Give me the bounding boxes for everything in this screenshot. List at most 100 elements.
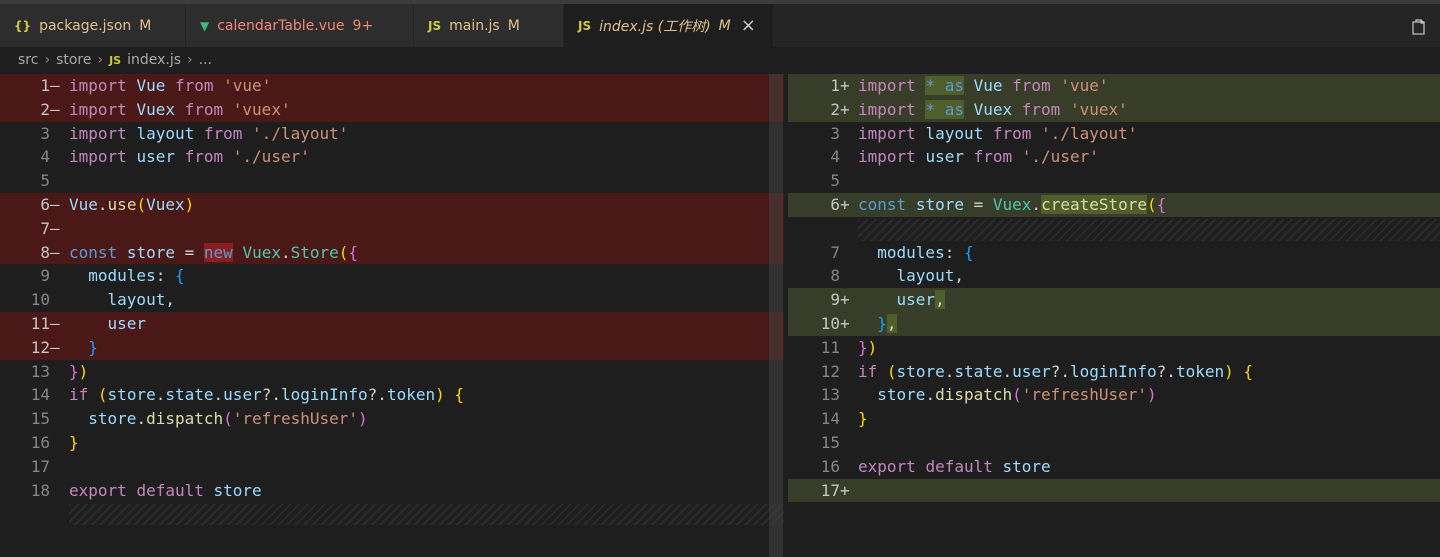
code-line[interactable]: 11}) [788, 336, 1440, 360]
code-line[interactable]: 1— import Vue from 'vue' [0, 74, 784, 98]
code-line[interactable]: 15 store.dispatch('refreshUser') [0, 407, 784, 431]
code-token: 'refreshUser' [232, 409, 359, 429]
code-token: store [877, 385, 926, 405]
code-line[interactable]: 18 export default store [0, 479, 784, 503]
code-line[interactable] [788, 217, 1440, 241]
original-editor-pane[interactable]: 1— import Vue from 'vue' 2— import Vuex fro… [0, 74, 784, 557]
code-text: import * as Vuex from 'vuex' [858, 98, 1128, 122]
code-token: Store [290, 242, 339, 262]
line-number: 16 [820, 456, 840, 476]
code-line[interactable]: 1 + import * as Vue from 'vue' [788, 74, 1440, 98]
code-line[interactable]: 6 + const store = Vuex.createStore({ [788, 193, 1440, 217]
code-token: = [174, 242, 204, 262]
code-token: user [136, 147, 175, 167]
code-token: : [155, 266, 175, 286]
tab-calendartable-vue[interactable]: ▼ calendarTable.vue 9+ [186, 4, 414, 47]
breadcrumb-item[interactable]: src [18, 52, 38, 68]
code-line[interactable]: 14 if (store.state.user?.loginInfo?.token… [0, 383, 784, 407]
line-number: 14 [820, 409, 840, 429]
code-token: Vuex [136, 99, 175, 119]
code-line[interactable]: 17 [0, 455, 784, 479]
code-line[interactable]: 16 export default store [788, 455, 1440, 479]
code-text: Vue.use(Vuex) [69, 193, 194, 217]
code-line[interactable]: 10 + }, [788, 312, 1440, 336]
line-number: 2 [830, 99, 840, 119]
js-file-icon: JS [428, 18, 442, 33]
code-line[interactable]: 12 if (store.state.user?.loginInfo?.token… [788, 360, 1440, 384]
code-text: } [858, 407, 868, 431]
diff-filler-hatch [69, 504, 784, 526]
code-token: ) [435, 385, 445, 405]
modified-editor-pane[interactable]: 1 + import * as Vue from 'vue' 2 + import * a… [788, 74, 1440, 557]
code-line[interactable]: 13}) [0, 360, 784, 384]
open-changes-icon[interactable] [1406, 14, 1432, 40]
breadcrumb-item[interactable]: index.js [127, 52, 181, 68]
code-line[interactable]: 4 import user from './user' [0, 145, 784, 169]
code-token: { [1156, 195, 1167, 214]
code-token: if [69, 385, 89, 405]
close-tab-icon[interactable]: × [741, 15, 756, 36]
code-token: user [107, 314, 147, 333]
code-line[interactable]: 5 [788, 169, 1440, 193]
line-number: 15 [30, 409, 50, 429]
code-token: { [348, 242, 359, 262]
code-text: modules: { [858, 241, 973, 265]
code-line[interactable]: 11— user [0, 312, 784, 336]
code-line[interactable]: 8 layout, [788, 264, 1440, 288]
code-line[interactable]: 9 modules: { [0, 264, 784, 288]
line-number: 10 [30, 290, 50, 310]
code-line[interactable]: 10 layout, [0, 288, 784, 312]
code-line[interactable]: 3 import layout from './layout' [0, 122, 784, 146]
tab-package-json[interactable]: {} package.json M [0, 4, 186, 47]
code-token: const [858, 195, 907, 214]
code-line[interactable]: 2 + import * as Vuex from 'vuex' [788, 97, 1440, 122]
line-number: 6 [40, 195, 50, 214]
line-number: 5 [830, 171, 840, 191]
code-line[interactable]: 7— [0, 216, 784, 241]
code-token: export [858, 456, 916, 476]
code-line[interactable]: 13 store.dispatch('refreshUser') [788, 383, 1440, 407]
code-token: from [203, 123, 243, 143]
code-line[interactable]: 8— const store = new Vuex.Store({ [0, 240, 784, 265]
line-number: 1 [40, 76, 50, 95]
tab-index-js[interactable]: JS index.js (工作树) M × [564, 4, 774, 47]
code-line[interactable]: 9 + user, [788, 288, 1440, 312]
breadcrumb-item[interactable]: ... [199, 52, 212, 68]
diff-added-marker: + [840, 195, 850, 214]
code-token: 'vue' [1060, 76, 1109, 95]
tab-main-js[interactable]: JS main.js M [414, 4, 564, 47]
code-line[interactable]: 2— import Vuex from 'vuex' [0, 97, 784, 122]
code-token: layout [925, 123, 984, 143]
code-line[interactable]: 7 modules: { [788, 241, 1440, 265]
code-line[interactable]: 16} [0, 431, 784, 455]
code-line[interactable]: 3 import layout from './layout' [788, 122, 1440, 146]
code-line[interactable]: 4 import user from './user' [788, 145, 1440, 169]
code-line[interactable]: 5 [0, 169, 784, 193]
code-line[interactable]: 14} [788, 407, 1440, 431]
scrollbar[interactable] [769, 74, 783, 557]
code-token: default [136, 480, 204, 500]
code-line[interactable]: 6— Vue.use(Vuex) [0, 193, 784, 217]
code-line[interactable]: 17 + [788, 478, 1440, 503]
code-line[interactable]: 12— } [0, 335, 784, 360]
line-number: 2 [40, 99, 50, 119]
code-token: 'vuex' [232, 99, 291, 119]
code-token: loginInfo [1069, 361, 1157, 381]
code-token: new [203, 242, 233, 262]
code-token: , [935, 290, 945, 310]
code-line[interactable]: 15 [788, 431, 1440, 455]
breadcrumb-item[interactable]: store [56, 52, 91, 68]
